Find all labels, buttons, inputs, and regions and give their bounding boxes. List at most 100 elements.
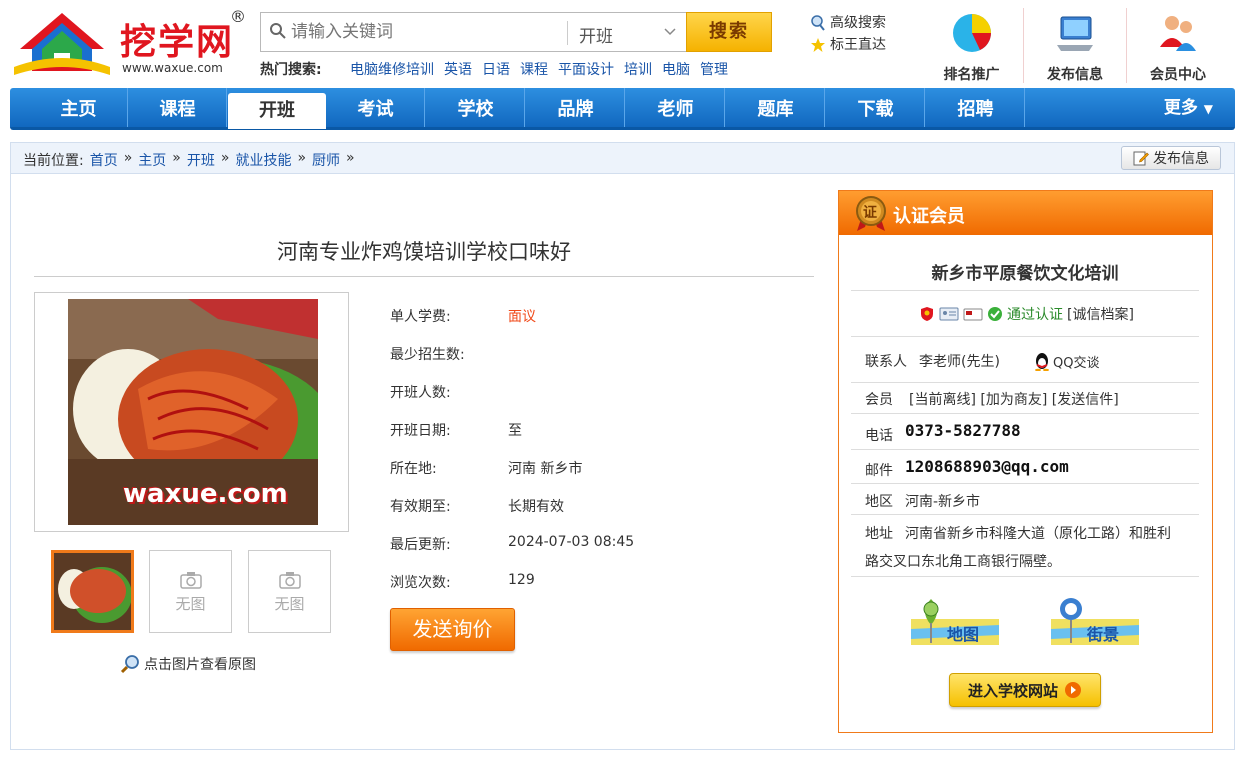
publish-info-button[interactable]: 发布信息 bbox=[1121, 146, 1221, 170]
member-panel: 证 认证会员 新乡市平原餐饮文化培训 通过认证 [诚信档案] 联系人 李老师(先… bbox=[838, 190, 1213, 733]
search-input[interactable] bbox=[291, 21, 561, 43]
member-row: 会员 [当前离线] [加为商友] [发送信件] bbox=[851, 383, 1199, 414]
info-label: 最后更新: bbox=[390, 537, 451, 553]
main-nav: 主页 课程 开班 考试 学校 品牌 老师 题库 下载 招聘 更多 ▼ bbox=[10, 88, 1235, 130]
member-panel-title: 认证会员 bbox=[893, 206, 965, 227]
logo-text: 挖学网 bbox=[120, 21, 235, 63]
info-value: 129 bbox=[508, 572, 535, 588]
credit-archive-link[interactable]: [诚信档案] bbox=[1067, 304, 1134, 324]
ranking-promo-link[interactable]: 排名推广 bbox=[920, 8, 1023, 83]
title-divider bbox=[34, 276, 814, 277]
breadcrumb-item[interactable]: 首页 bbox=[90, 150, 118, 170]
info-row-location: 所在地: 河南 新乡市 bbox=[390, 458, 582, 478]
nav-item-jobs[interactable]: 招聘 bbox=[927, 88, 1025, 127]
computer-icon bbox=[1057, 16, 1093, 51]
member-center-link[interactable]: 会员中心 bbox=[1126, 8, 1229, 83]
info-label: 浏览次数: bbox=[390, 575, 451, 591]
view-original-link[interactable]: 点击图片查看原图 bbox=[120, 654, 256, 674]
top-icon-group: 排名推广 发布信息 会员中心 bbox=[920, 8, 1229, 83]
nav-more-label: 更多 bbox=[1163, 98, 1198, 118]
advanced-search-links: 高级搜索 标王直达 bbox=[810, 12, 886, 56]
breadcrumb-sep: » bbox=[172, 150, 181, 166]
hot-link[interactable]: 管理 bbox=[700, 59, 728, 79]
qq-chat-button[interactable]: QQ交谈 bbox=[1033, 351, 1099, 371]
info-value: 面议 bbox=[508, 309, 536, 325]
nav-item-brand[interactable]: 品牌 bbox=[527, 88, 625, 127]
info-value: 2024-07-03 08:45 bbox=[508, 534, 635, 550]
direct-link[interactable]: 标王直达 bbox=[810, 34, 886, 56]
verification-row: 通过认证 [诚信档案] bbox=[851, 291, 1199, 337]
license-icon bbox=[963, 308, 983, 321]
company-name[interactable]: 新乡市平原餐饮文化培训 bbox=[851, 243, 1199, 284]
users-icon bbox=[1160, 16, 1196, 51]
info-row-valid-until: 有效期至: 长期有效 bbox=[390, 496, 564, 516]
member-action-links[interactable]: [当前离线] [加为商友] [发送信件] bbox=[909, 389, 1119, 409]
breadcrumb-item[interactable]: 厨师 bbox=[312, 150, 340, 170]
qq-penguin-icon bbox=[1035, 353, 1049, 371]
info-row-class-size: 开班人数: bbox=[390, 382, 451, 402]
breadcrumb-bar: 当前位置: 首页 » 主页 » 开班 » 就业技能 » 厨师 » 发布信息 bbox=[10, 142, 1235, 174]
info-value: 至 bbox=[508, 423, 522, 439]
address-line-1: 河南省新乡市科隆大道（原化工路）和胜利 bbox=[905, 526, 1171, 542]
qq-chat-label: QQ交谈 bbox=[1053, 355, 1100, 371]
enter-school-site-button[interactable]: 进入学校网站 bbox=[949, 673, 1101, 707]
hot-link[interactable]: 英语 bbox=[444, 59, 472, 79]
nav-more-menu[interactable]: 更多 ▼ bbox=[1164, 88, 1213, 129]
star-icon bbox=[811, 38, 825, 52]
arrow-right-circle-icon bbox=[1065, 682, 1081, 698]
address-label: 地址 bbox=[865, 526, 893, 542]
direct-label: 标王直达 bbox=[830, 37, 886, 53]
breadcrumb-item[interactable]: 开班 bbox=[187, 150, 215, 170]
hot-link[interactable]: 平面设计 bbox=[558, 59, 614, 79]
nav-item-question-bank[interactable]: 题库 bbox=[727, 88, 825, 127]
map-label: 地图 bbox=[947, 625, 980, 644]
hot-link[interactable]: 电脑 bbox=[662, 59, 690, 79]
hot-link[interactable]: 课程 bbox=[520, 59, 548, 79]
publish-info-link[interactable]: 发布信息 bbox=[1023, 8, 1126, 83]
nav-item-exam[interactable]: 考试 bbox=[327, 88, 425, 127]
breadcrumb: 当前位置: 首页 » 主页 » 开班 » 就业技能 » 厨师 » bbox=[23, 150, 355, 170]
hot-search-links: 电脑维修培训 英语 日语 课程 平面设计 培训 电脑 管理 bbox=[350, 59, 728, 79]
no-image-label: 无图 bbox=[274, 595, 305, 613]
contact-row: 联系人 李老师(先生) QQ交谈 bbox=[851, 337, 1199, 383]
nav-item-course[interactable]: 课程 bbox=[129, 88, 227, 127]
advanced-search-link[interactable]: 高级搜索 bbox=[810, 12, 886, 34]
search-button[interactable]: 搜索 bbox=[686, 12, 772, 52]
nav-item-home[interactable]: 主页 bbox=[30, 88, 128, 127]
photo-thumbnail-1[interactable] bbox=[51, 550, 134, 633]
send-inquiry-button[interactable]: 发送询价 bbox=[390, 608, 515, 651]
info-label: 有效期至: bbox=[390, 499, 451, 515]
badge-char: 证 bbox=[863, 205, 877, 221]
hot-link[interactable]: 电脑维修培训 bbox=[350, 59, 434, 79]
food-thumbnail-image bbox=[54, 553, 132, 630]
photo-watermark: waxue.com bbox=[123, 479, 288, 509]
house-logo-icon bbox=[14, 13, 110, 75]
breadcrumb-item[interactable]: 主页 bbox=[138, 150, 166, 170]
street-view-button[interactable]: 街景 bbox=[1051, 595, 1141, 647]
verification-badges: 通过认证 [诚信档案] bbox=[919, 304, 1134, 324]
verified-label: 通过认证 bbox=[1007, 307, 1063, 323]
email-value[interactable]: 1208688903@qq.com bbox=[905, 457, 1069, 476]
info-label: 开班日期: bbox=[390, 423, 451, 439]
hot-link[interactable]: 日语 bbox=[482, 59, 510, 79]
magnifier-icon bbox=[120, 655, 139, 674]
hot-link[interactable]: 培训 bbox=[624, 59, 652, 79]
magnifier-icon bbox=[811, 15, 825, 31]
site-logo[interactable]: 挖学网 ® www.waxue.com bbox=[12, 5, 252, 80]
nav-item-class[interactable]: 开班 bbox=[228, 93, 326, 129]
chevron-down-icon[interactable] bbox=[663, 25, 677, 39]
edit-icon bbox=[1133, 151, 1149, 166]
main-photo[interactable]: waxue.com bbox=[34, 292, 349, 532]
breadcrumb-item[interactable]: 就业技能 bbox=[235, 150, 291, 170]
map-button[interactable]: 地图 bbox=[911, 595, 1001, 647]
nav-item-download[interactable]: 下载 bbox=[827, 88, 925, 127]
info-label: 所在地: bbox=[390, 461, 437, 477]
page-title: 河南专业炸鸡馍培训学校口味好 bbox=[277, 240, 571, 264]
nav-item-teacher[interactable]: 老师 bbox=[627, 88, 725, 127]
search-category-select[interactable]: 开班 bbox=[579, 22, 613, 47]
street-view-label: 街景 bbox=[1087, 625, 1120, 644]
nav-item-school[interactable]: 学校 bbox=[427, 88, 525, 127]
info-row-start-date: 开班日期: 至 bbox=[390, 420, 522, 440]
enter-school-site-label: 进入学校网站 bbox=[967, 681, 1058, 700]
caret-down-icon: ▼ bbox=[1203, 102, 1213, 116]
